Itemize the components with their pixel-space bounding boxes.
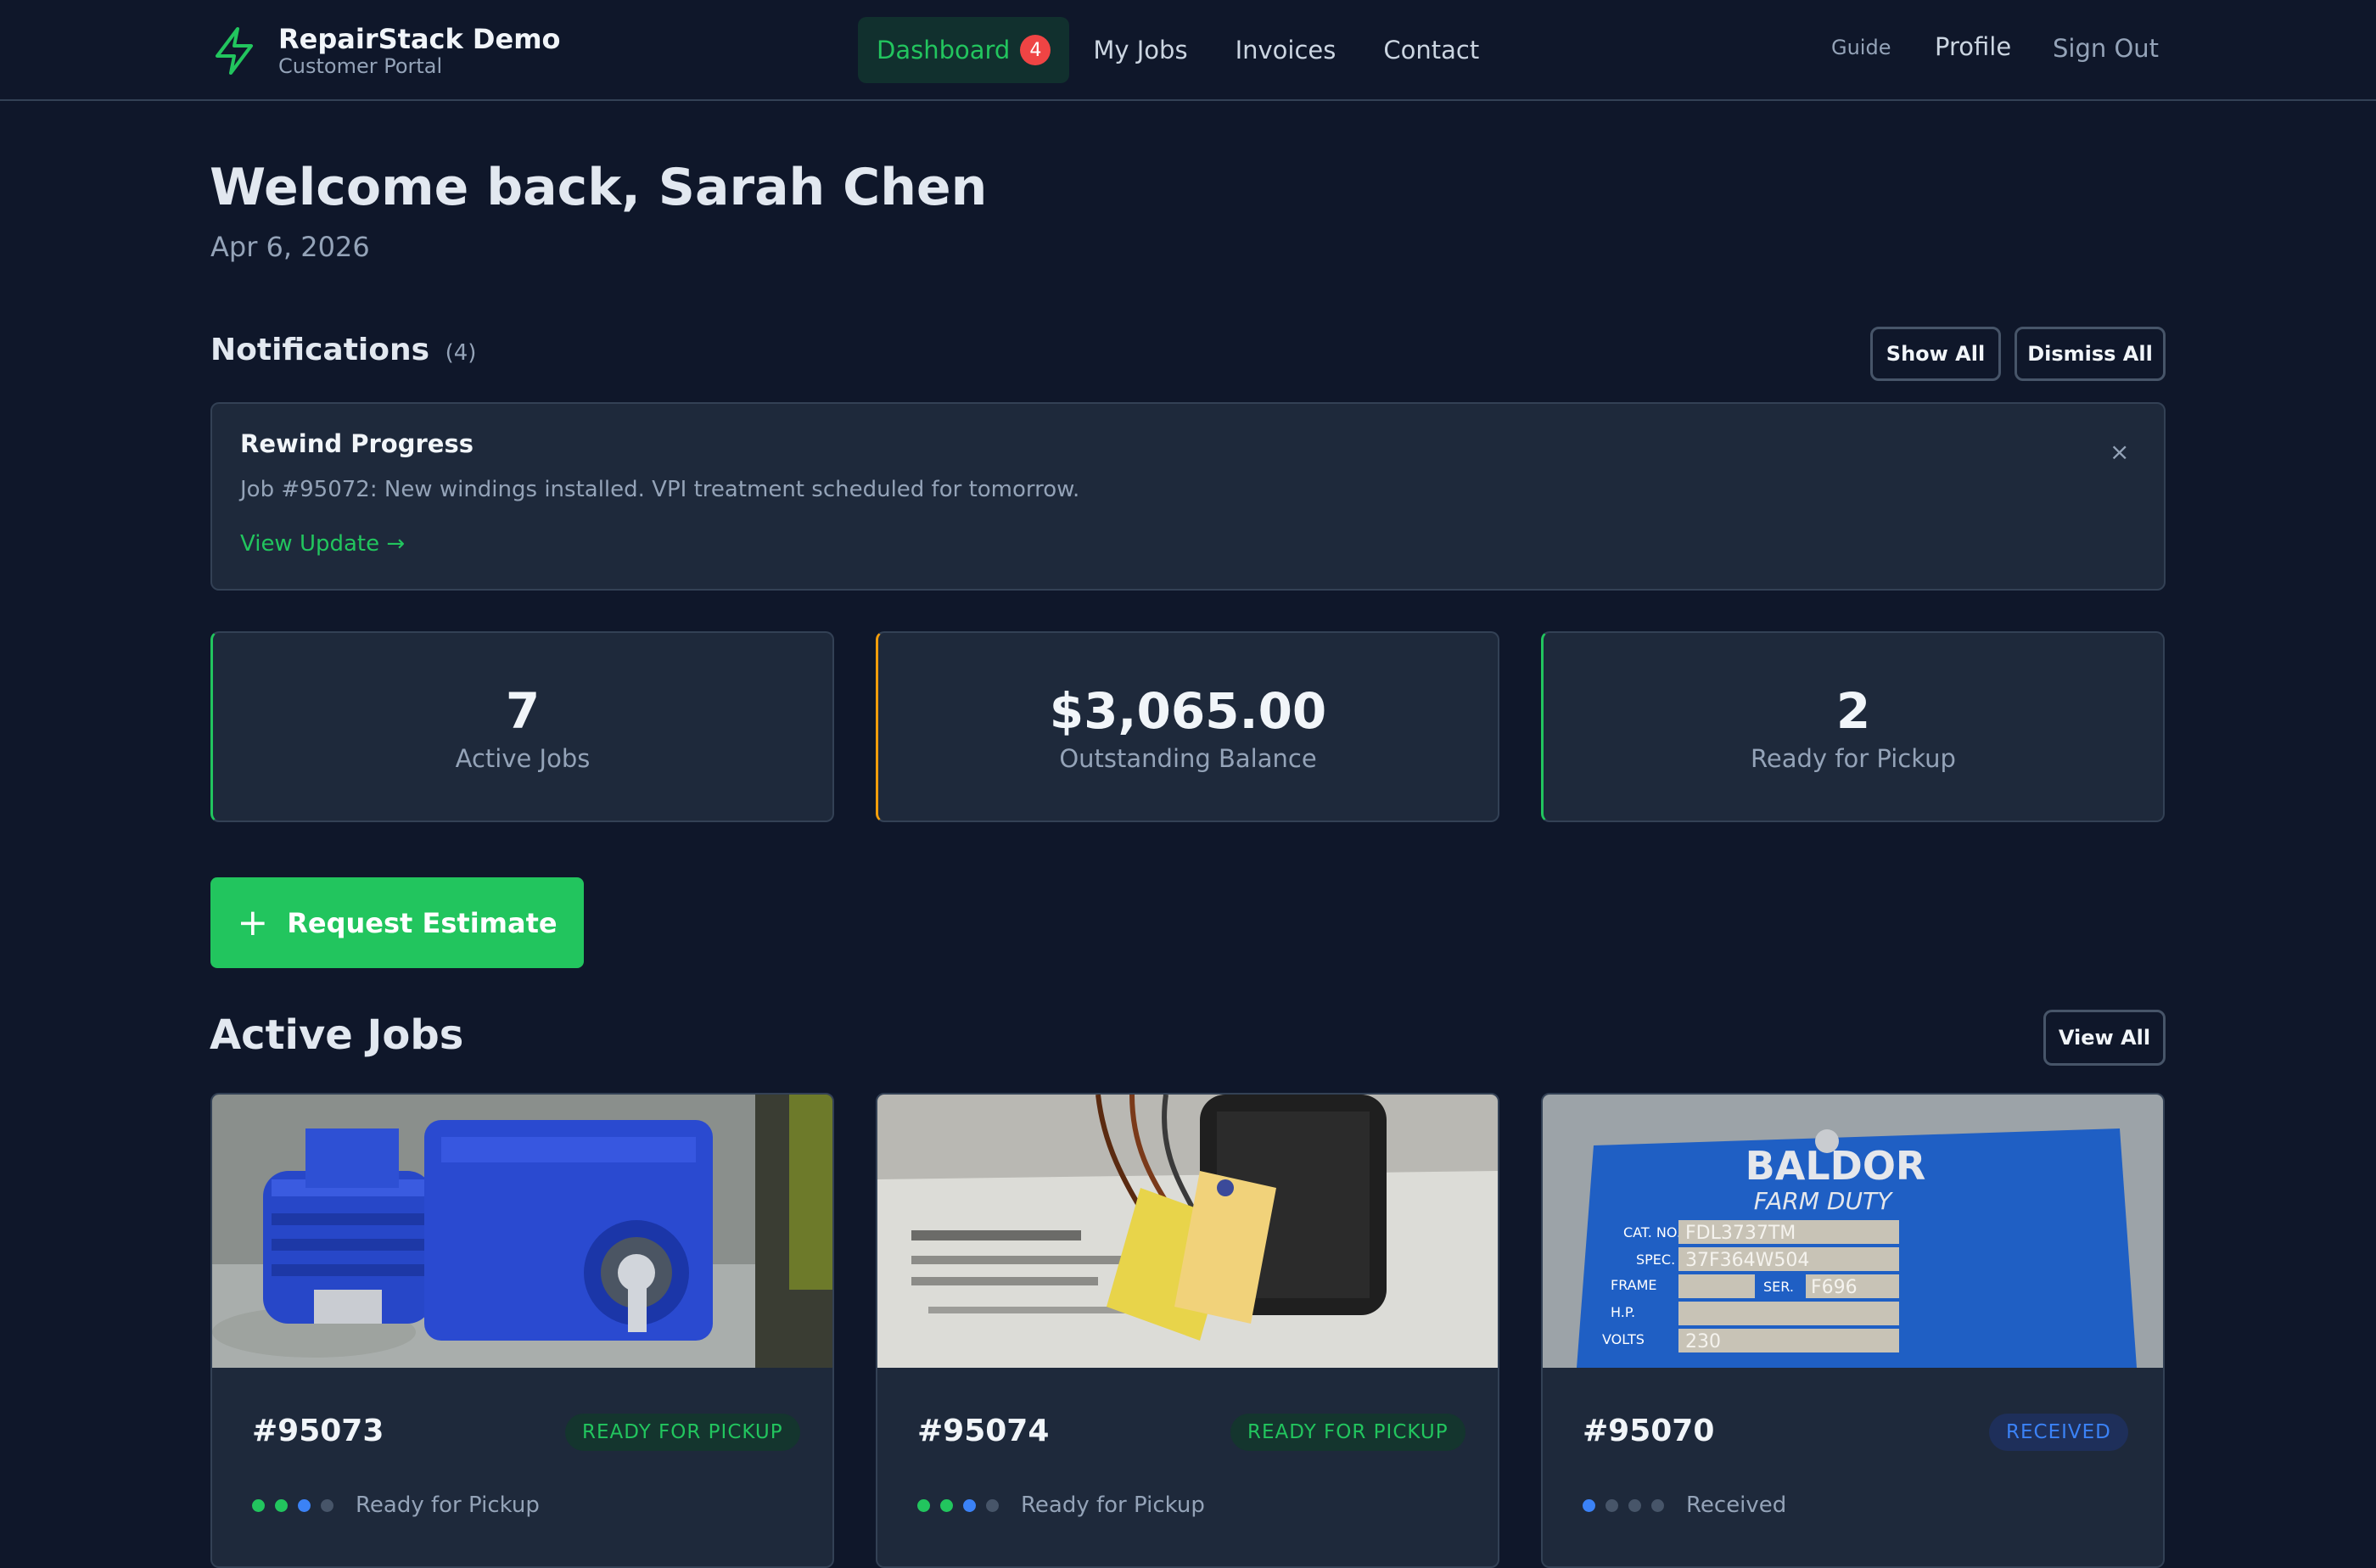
main-nav: Dashboard 4 My Jobs Invoices Contact: [858, 17, 1503, 83]
nameplate-label: SER.: [1763, 1279, 1794, 1295]
brand-subtitle: Customer Portal: [278, 54, 443, 78]
nameplate-value: 37F364W504: [1685, 1250, 1809, 1271]
job-stage: Ready for Pickup: [1021, 1492, 1205, 1518]
notifications-title: Notifications: [210, 333, 430, 367]
blue-gear-motor-photo: [212, 1095, 832, 1368]
job-card[interactable]: #95074 READY FOR PICKUP Ready for Pickup: [876, 1093, 1499, 1568]
progress-dot: [917, 1498, 930, 1512]
progress-dot: [1651, 1498, 1664, 1512]
baldor-nameplate-photo: BALDOR FARM DUTY CAT. NO. FDL3737TM SPEC…: [1543, 1095, 2163, 1368]
progress-dot: [1605, 1498, 1618, 1512]
view-all-jobs-button[interactable]: View All: [2043, 1010, 2166, 1066]
job-progress: Ready for Pickup: [252, 1492, 540, 1518]
active-jobs-heading: Active Jobs: [210, 1011, 464, 1059]
job-card[interactable]: #95073 READY FOR PICKUP Ready for Pickup: [210, 1093, 834, 1568]
page-title: Welcome back, Sarah Chen: [210, 158, 988, 217]
stat-label: Active Jobs: [455, 743, 591, 773]
nameplate-value: 230: [1685, 1331, 1721, 1352]
lightning-bolt-icon: [210, 25, 258, 76]
nameplate-value: F696: [1811, 1277, 1858, 1298]
nameplate-label: CAT. NO.: [1623, 1224, 1681, 1240]
notification-title: Rewind Progress: [240, 429, 474, 458]
nameplate-maker: BALDOR: [1746, 1143, 1926, 1189]
job-progress: Received: [1583, 1492, 1786, 1518]
nameplate-label: VOLTS: [1602, 1331, 1645, 1347]
nav-dashboard[interactable]: Dashboard 4: [858, 17, 1070, 83]
view-update-link[interactable]: View Update →: [240, 531, 405, 557]
progress-dot: [321, 1498, 333, 1512]
job-number: #95070: [1583, 1414, 1715, 1448]
stat-outstanding-balance: $3,065.00 Outstanding Balance: [876, 631, 1499, 822]
nameplate-label: H.P.: [1611, 1304, 1635, 1320]
show-all-notifications-button[interactable]: Show All: [1870, 327, 2001, 381]
nameplate-label: SPEC.: [1636, 1252, 1675, 1268]
request-estimate-button[interactable]: + Request Estimate: [210, 877, 584, 968]
nameplate-label: FRAME: [1611, 1277, 1657, 1293]
nav-my-jobs[interactable]: My Jobs: [1069, 17, 1211, 83]
job-stage: Ready for Pickup: [356, 1492, 540, 1518]
sign-out-link[interactable]: Sign Out: [2053, 34, 2159, 63]
stat-value: 2: [1835, 681, 1871, 740]
progress-dot: [940, 1498, 953, 1512]
job-progress: Ready for Pickup: [917, 1492, 1205, 1518]
stat-ready-for-pickup: 2 Ready for Pickup: [1541, 631, 2165, 822]
nameplate-value: FDL3737TM: [1685, 1223, 1796, 1244]
notifications-count: (4): [445, 340, 477, 366]
current-date: Apr 6, 2026: [210, 231, 370, 263]
stat-value: 7: [505, 681, 541, 740]
progress-dot: [963, 1498, 976, 1512]
stat-value: $3,065.00: [1049, 681, 1327, 740]
close-icon[interactable]: ×: [2110, 438, 2129, 466]
progress-dot: [1583, 1498, 1595, 1512]
status-badge: READY FOR PICKUP: [1230, 1414, 1465, 1451]
nav-invoices[interactable]: Invoices: [1212, 17, 1360, 83]
stat-label: Ready for Pickup: [1751, 743, 1956, 773]
progress-dot: [252, 1498, 265, 1512]
request-estimate-label: Request Estimate: [287, 906, 558, 939]
profile-link[interactable]: Profile: [1935, 32, 2011, 61]
job-stage: Received: [1686, 1492, 1787, 1518]
progress-dot: [986, 1498, 999, 1512]
notification-count-badge: 4: [1020, 35, 1051, 65]
dismiss-all-notifications-button[interactable]: Dismiss All: [2015, 327, 2166, 381]
nameplate-line: FARM DUTY: [1754, 1187, 1893, 1215]
job-card[interactable]: BALDOR FARM DUTY CAT. NO. FDL3737TM SPEC…: [1541, 1093, 2165, 1568]
status-badge: RECEIVED: [1989, 1414, 2128, 1451]
brand[interactable]: RepairStack Demo Customer Portal: [210, 24, 561, 78]
progress-dot: [1628, 1498, 1641, 1512]
progress-dot: [298, 1498, 311, 1512]
status-badge: READY FOR PICKUP: [565, 1414, 800, 1451]
notification-message: Job #95072: New windings installed. VPI …: [240, 477, 1080, 502]
guide-link[interactable]: Guide: [1831, 36, 1891, 59]
stat-label: Outstanding Balance: [1059, 743, 1317, 773]
stat-active-jobs: 7 Active Jobs: [210, 631, 834, 822]
notification-card: Rewind Progress Job #95072: New windings…: [210, 402, 2166, 591]
motor-with-tag-photo: [877, 1095, 1498, 1368]
nav-dashboard-label: Dashboard: [877, 36, 1011, 64]
job-number: #95073: [252, 1414, 384, 1448]
progress-dot: [275, 1498, 288, 1512]
plus-icon: +: [237, 900, 269, 944]
nav-contact[interactable]: Contact: [1359, 17, 1503, 83]
brand-name: RepairStack Demo: [278, 23, 561, 55]
top-nav-bar: RepairStack Demo Customer Portal Dashboa…: [0, 0, 2376, 101]
job-number: #95074: [917, 1414, 1050, 1448]
notifications-heading: Notifications (4): [210, 333, 476, 367]
